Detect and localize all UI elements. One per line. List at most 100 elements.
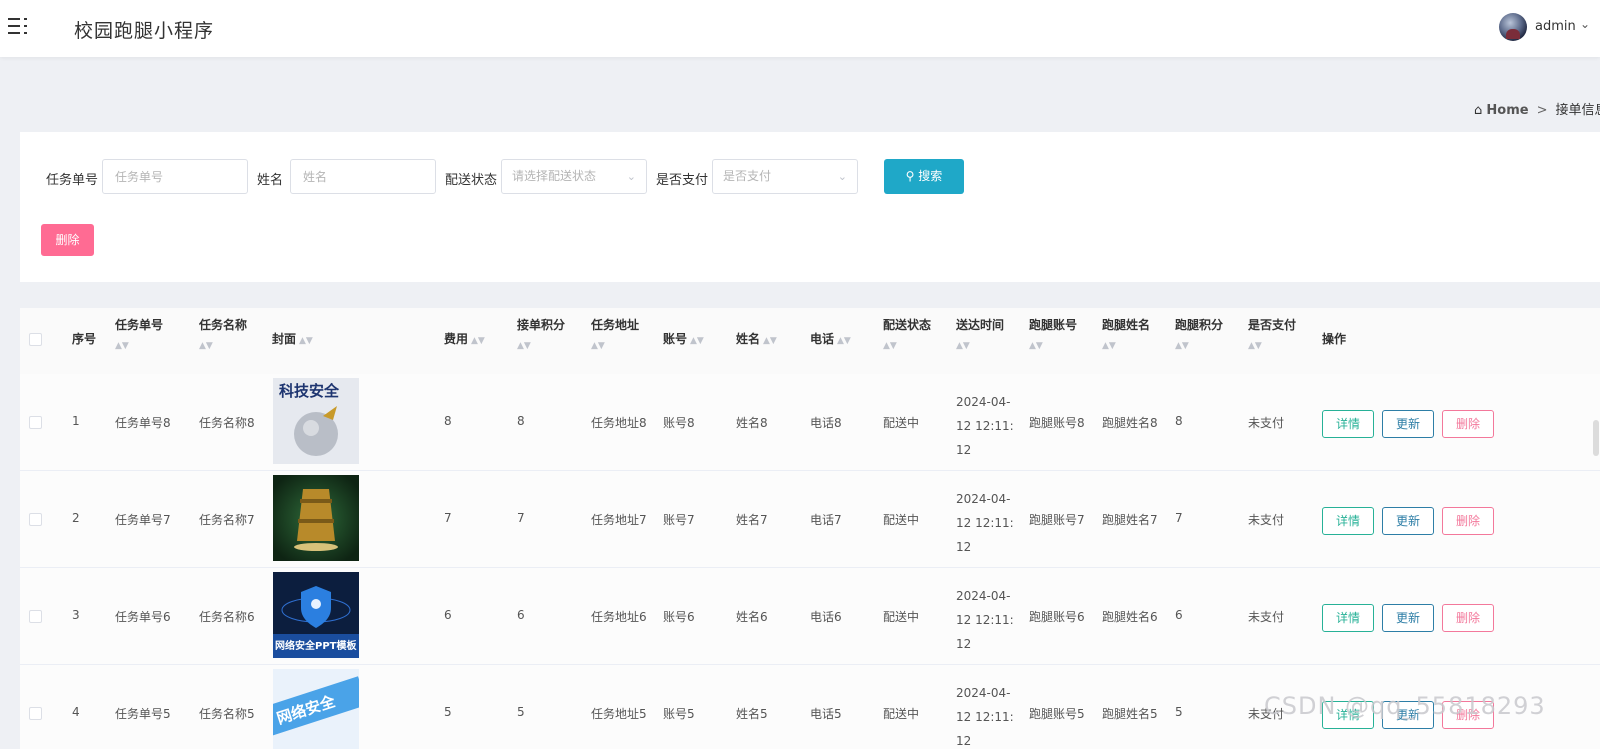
cell-index: 3 <box>72 608 80 622</box>
breadcrumb-home[interactable]: Home <box>1486 103 1528 118</box>
sort-icon[interactable]: ▲▼ <box>837 336 851 346</box>
col-address[interactable]: 任务地址 ▲▼ <box>591 316 639 351</box>
col-time[interactable]: 送达时间 ▲▼ <box>956 316 1004 351</box>
cell-phone: 电话8 <box>810 416 842 430</box>
update-button[interactable]: 更新 <box>1382 410 1434 438</box>
delete-button[interactable]: 删除 <box>1442 604 1494 632</box>
col-runner-points[interactable]: 跑腿积分 ▲▼ <box>1175 316 1223 351</box>
username[interactable]: admin <box>1535 19 1576 34</box>
cell-phone: 电话5 <box>810 707 842 721</box>
cell-runner-name: 跑腿姓名8 <box>1102 416 1158 430</box>
sort-icon[interactable]: ▲▼ <box>199 341 247 351</box>
table-row: 3 任务单号6 任务名称6 网络安全PPT模板 6 6 任务地址6 账号6 姓名… <box>20 568 1600 665</box>
sort-icon[interactable]: ▲▼ <box>1029 341 1077 351</box>
col-paid[interactable]: 是否支付 ▲▼ <box>1248 316 1296 351</box>
home-icon[interactable]: ⌂ <box>1474 103 1482 118</box>
col-paid-label: 是否支付 <box>1248 318 1297 332</box>
paid-select[interactable]: 是否支付 ⌄ <box>712 159 858 194</box>
table-row: 2 任务单号7 任务名称7 7 7 任务地址7 账号7 姓名7 电话7 配送中 … <box>20 471 1600 568</box>
batch-delete-button[interactable]: 删除 <box>41 224 94 256</box>
cell-name: 姓名7 <box>736 513 768 527</box>
menu-toggle-icon[interactable] <box>8 16 30 36</box>
task-no-label: 任务单号 <box>46 173 99 188</box>
col-status[interactable]: 配送状态 ▲▼ <box>883 316 931 351</box>
sort-icon[interactable]: ▲▼ <box>1175 341 1223 351</box>
search-button[interactable]: ⚲ 搜索 <box>884 159 964 194</box>
sort-icon[interactable]: ▲▼ <box>115 341 163 351</box>
col-time-label: 送达时间 <box>956 318 1005 332</box>
sort-icon[interactable]: ▲▼ <box>591 341 639 351</box>
sort-icon[interactable]: ▲▼ <box>1102 341 1150 351</box>
delivery-status-select[interactable]: 请选择配送状态 ⌄ <box>501 159 647 194</box>
chevron-down-icon[interactable]: ⌄ <box>1580 17 1590 31</box>
cell-account: 账号6 <box>663 610 695 624</box>
col-phone[interactable]: 电话 ▲▼ <box>810 330 851 347</box>
col-runner-name[interactable]: 跑腿姓名 ▲▼ <box>1102 316 1150 351</box>
table-header: 序号 任务单号 ▲▼ 任务名称 ▲▼ 封面 ▲▼ 费用 ▲▼ 接单积分 ▲▼ 任务地址 ▲▼… <box>20 308 1600 382</box>
col-status-label: 配送状态 <box>883 318 932 332</box>
cell-runner-name: 跑腿姓名7 <box>1102 513 1158 527</box>
delete-button[interactable]: 删除 <box>1442 410 1494 438</box>
scrollbar-thumb[interactable] <box>1593 420 1599 456</box>
data-table: 序号 任务单号 ▲▼ 任务名称 ▲▼ 封面 ▲▼ 费用 ▲▼ 接单积分 ▲▼ 任务地址 ▲▼… <box>20 308 1600 749</box>
cell-account: 账号8 <box>663 416 695 430</box>
cell-time-line: 2024-04- <box>956 395 1011 409</box>
col-runner-points-label: 跑腿积分 <box>1175 318 1224 332</box>
sort-icon[interactable]: ▲▼ <box>690 336 704 346</box>
row-checkbox[interactable] <box>29 707 42 720</box>
cell-paid: 未支付 <box>1248 513 1285 527</box>
detail-button[interactable]: 详情 <box>1322 604 1374 632</box>
detail-button[interactable]: 详情 <box>1322 410 1374 438</box>
cell-account: 账号7 <box>663 513 695 527</box>
cover-text: 科技安全 <box>279 382 340 400</box>
detail-button[interactable]: 详情 <box>1322 507 1374 535</box>
task-no-input[interactable] <box>102 159 248 194</box>
col-account[interactable]: 账号 ▲▼ <box>663 330 704 347</box>
col-task-name[interactable]: 任务名称 ▲▼ <box>199 316 247 351</box>
chevron-down-icon: ⌄ <box>837 170 847 183</box>
update-button[interactable]: 更新 <box>1382 507 1434 535</box>
row-checkbox[interactable] <box>29 416 42 429</box>
delivery-status-placeholder: 请选择配送状态 <box>512 169 597 183</box>
col-points[interactable]: 接单积分 ▲▼ <box>517 316 565 351</box>
cell-runner-account: 跑腿账号6 <box>1029 610 1085 624</box>
delete-button[interactable]: 删除 <box>1442 507 1494 535</box>
col-account-label: 账号 <box>663 332 688 346</box>
sort-icon[interactable]: ▲▼ <box>1248 341 1296 351</box>
cell-address: 任务地址8 <box>591 416 647 430</box>
select-all-checkbox[interactable] <box>29 333 42 346</box>
col-fee[interactable]: 费用 ▲▼ <box>444 330 485 347</box>
sort-icon[interactable]: ▲▼ <box>299 336 313 346</box>
col-cover[interactable]: 封面 ▲▼ <box>272 330 313 347</box>
update-button[interactable]: 更新 <box>1382 604 1434 632</box>
cell-address: 任务地址5 <box>591 707 647 721</box>
sort-icon[interactable]: ▲▼ <box>763 336 777 346</box>
cell-runner-points: 5 <box>1175 705 1183 719</box>
cell-time-line: 12 12:11: <box>956 710 1014 724</box>
cell-time-line: 12 12:11: <box>956 419 1014 433</box>
cell-time-line: 2024-04- <box>956 492 1011 506</box>
cell-time: 2024-04- 12 12:11: 12 <box>956 487 1014 559</box>
sort-icon[interactable]: ▲▼ <box>883 341 931 351</box>
cell-status: 配送中 <box>883 513 920 527</box>
sort-icon[interactable]: ▲▼ <box>471 336 485 346</box>
cell-runner-account: 跑腿账号8 <box>1029 416 1085 430</box>
cell-time-line: 2024-04- <box>956 589 1011 603</box>
avatar[interactable] <box>1499 13 1527 41</box>
delivery-status-label: 配送状态 <box>445 173 498 188</box>
col-fee-label: 费用 <box>444 332 469 346</box>
col-cover-label: 封面 <box>272 332 297 346</box>
cell-time-line: 12 <box>956 637 972 651</box>
cell-status: 配送中 <box>883 610 920 624</box>
sort-icon[interactable]: ▲▼ <box>956 341 1004 351</box>
cell-address: 任务地址6 <box>591 610 647 624</box>
cell-paid: 未支付 <box>1248 610 1285 624</box>
row-checkbox[interactable] <box>29 513 42 526</box>
col-runner-account[interactable]: 跑腿账号 ▲▼ <box>1029 316 1077 351</box>
col-name[interactable]: 姓名 ▲▼ <box>736 330 777 347</box>
col-task-no[interactable]: 任务单号 ▲▼ <box>115 316 163 351</box>
row-checkbox[interactable] <box>29 610 42 623</box>
cell-status: 配送中 <box>883 707 920 721</box>
sort-icon[interactable]: ▲▼ <box>517 341 565 351</box>
name-input[interactable] <box>290 159 436 194</box>
